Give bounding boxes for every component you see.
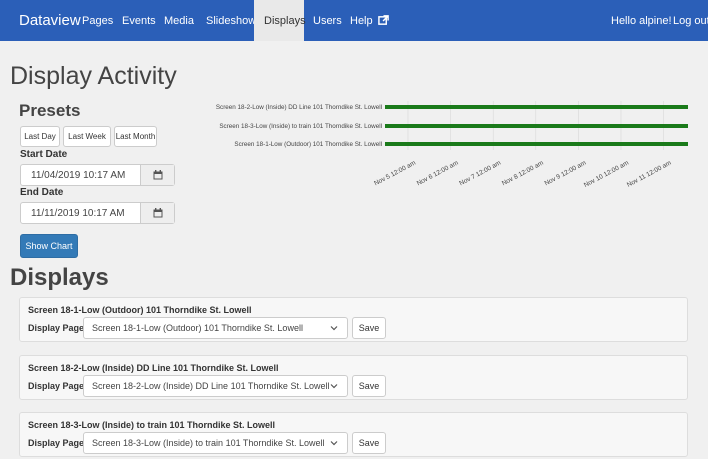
presets-heading: Presets — [19, 101, 81, 120]
display-page-select[interactable]: Screen 18-3-Low (Inside) to train 101 Th… — [83, 432, 348, 454]
display-page-value: Screen 18-2-Low (Inside) DD Line 101 Tho… — [92, 381, 330, 391]
chart-bar[interactable] — [385, 142, 688, 146]
nav-help[interactable]: Help — [350, 15, 389, 27]
activity-chart: Screen 18-2-Low (Inside) DD Line 101 Tho… — [216, 101, 688, 189]
chart-tick-label: Nov 7 12:00 am — [458, 160, 502, 188]
display-page-select[interactable]: Screen 18-2-Low (Inside) DD Line 101 Tho… — [83, 375, 348, 397]
nav-displays-label: Displays — [264, 15, 306, 27]
display-name: Screen 18-1-Low (Outdoor) 101 Thorndike … — [28, 305, 252, 315]
display-panel: Screen 18-1-Low (Outdoor) 101 Thorndike … — [19, 297, 688, 342]
display-page-label: Display Page: — [28, 323, 88, 333]
end-date-label: End Date — [20, 187, 64, 198]
chart-tick-label: Nov 6 12:00 am — [416, 160, 460, 188]
start-date-input[interactable]: 11/04/2019 10:17 AM — [20, 164, 175, 186]
display-name: Screen 18-2-Low (Inside) DD Line 101 Tho… — [28, 363, 279, 373]
nav-displays[interactable]: Displays — [254, 0, 306, 41]
end-date-value: 11/11/2019 10:17 AM — [31, 208, 125, 219]
save-button[interactable]: Save — [352, 317, 386, 339]
calendar-icon[interactable] — [140, 203, 174, 223]
logout-link[interactable]: Log out — [673, 15, 708, 27]
chevron-down-icon — [330, 326, 338, 331]
last-week-button[interactable]: Last Week — [63, 126, 111, 147]
displays-heading: Displays — [10, 264, 109, 291]
display-page-label: Display Page: — [28, 438, 88, 448]
start-date-label: Start Date — [20, 149, 68, 160]
display-page-value: Screen 18-1-Low (Outdoor) 101 Thorndike … — [92, 323, 303, 333]
external-link-icon — [377, 15, 389, 25]
calendar-icon[interactable] — [140, 165, 174, 185]
chart-tick-label: Nov 8 12:00 am — [501, 160, 545, 188]
chart-bar[interactable] — [385, 105, 688, 109]
display-page-value: Screen 18-3-Low (Inside) to train 101 Th… — [92, 438, 325, 448]
last-day-button[interactable]: Last Day — [20, 126, 60, 147]
chart-bar[interactable] — [385, 124, 688, 128]
save-button[interactable]: Save — [352, 432, 386, 454]
chart-tick-label: Nov 9 12:00 am — [544, 160, 588, 188]
chart-tick-label: Nov 11 12:00 am — [626, 160, 673, 189]
chart-series-label: Screen 18-3-Low (Inside) to train 101 Th… — [219, 123, 382, 130]
show-chart-button[interactable]: Show Chart — [20, 234, 78, 258]
chart-series-label: Screen 18-1-Low (Outdoor) 101 Thorndike … — [234, 141, 382, 148]
display-name: Screen 18-3-Low (Inside) to train 101 Th… — [28, 420, 276, 430]
end-date-input[interactable]: 11/11/2019 10:17 AM — [20, 202, 175, 224]
display-page-label: Display Page: — [28, 381, 88, 391]
nav-pages[interactable]: Pages — [82, 15, 113, 27]
nav-events[interactable]: Events — [122, 15, 156, 27]
nav-media[interactable]: Media — [164, 15, 194, 27]
chart-series-label: Screen 18-2-Low (Inside) DD Line 101 Tho… — [216, 104, 382, 111]
page-title: Display Activity — [10, 62, 177, 90]
display-page-select[interactable]: Screen 18-1-Low (Outdoor) 101 Thorndike … — [83, 317, 348, 339]
chevron-down-icon — [330, 441, 338, 446]
chart-tick-label: Nov 10 12:00 am — [583, 160, 630, 189]
save-button[interactable]: Save — [352, 375, 386, 397]
brand-link[interactable]: Dataview — [19, 12, 81, 29]
chart-tick-label: Nov 5 12:00 am — [373, 160, 417, 188]
display-panel: Screen 18-3-Low (Inside) to train 101 Th… — [19, 412, 688, 457]
display-panel: Screen 18-2-Low (Inside) DD Line 101 Tho… — [19, 355, 688, 400]
chevron-down-icon — [330, 384, 338, 389]
nav-users[interactable]: Users — [313, 15, 342, 27]
greeting-link[interactable]: Hello alpine! — [611, 15, 672, 27]
last-month-button[interactable]: Last Month — [114, 126, 157, 147]
start-date-value: 11/04/2019 10:17 AM — [31, 170, 126, 181]
navbar: Dataview Pages Events Media Slideshows D… — [0, 0, 708, 41]
nav-help-label: Help — [350, 15, 373, 27]
